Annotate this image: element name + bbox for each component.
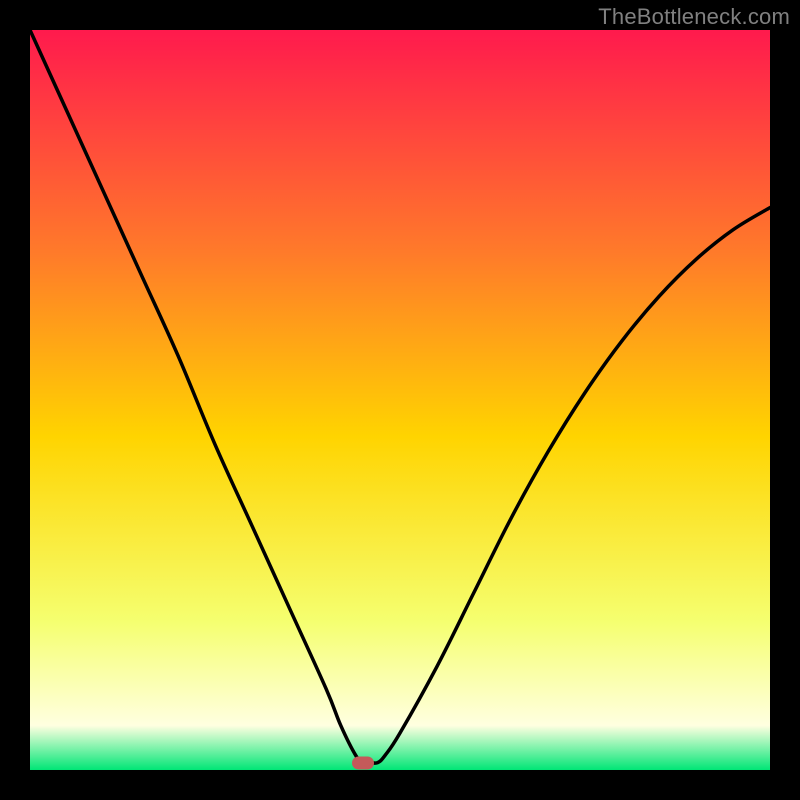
chart-frame: TheBottleneck.com [0,0,800,800]
bottleneck-marker [352,756,374,769]
gradient-background [30,30,770,770]
watermark-text: TheBottleneck.com [598,4,790,30]
plot-area [30,30,770,770]
chart-svg [30,30,770,770]
